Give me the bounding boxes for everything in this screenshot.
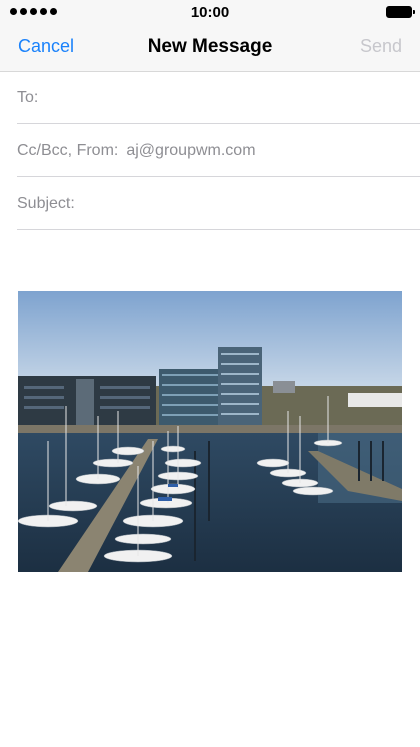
harbor-photo-image [18,291,402,572]
cancel-button[interactable]: Cancel [18,36,74,57]
to-label: To: [17,88,39,106]
compose-screen: 10:00 Cancel New Message Send To: Cc/Bcc… [0,0,420,747]
subject-field[interactable]: Subject: [17,178,420,230]
battery-icon [386,6,415,18]
status-time: 10:00 [190,4,230,21]
cc-bcc-from-label: Cc/Bcc, From: [17,141,119,159]
cc-bcc-from-field[interactable]: Cc/Bcc, From: aj@groupwm.com [17,125,420,177]
subject-label: Subject: [17,194,75,212]
send-button[interactable]: Send [360,36,402,57]
status-bar: 10:00 [0,0,420,24]
from-address: aj@groupwm.com [126,141,256,159]
to-field[interactable]: To: [17,72,420,124]
navigation-bar: Cancel New Message Send [0,24,420,72]
attached-photo[interactable] [18,291,402,572]
